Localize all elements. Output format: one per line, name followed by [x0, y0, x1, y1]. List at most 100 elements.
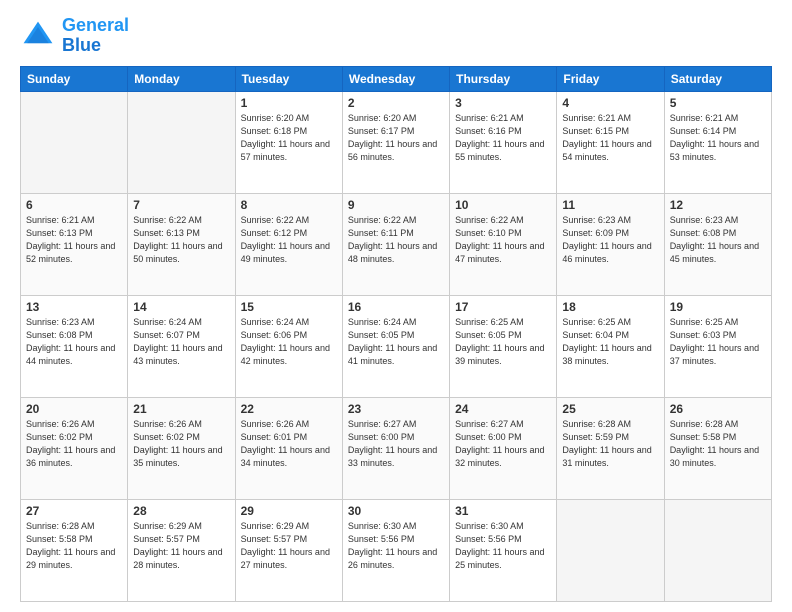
day-number: 2	[348, 96, 444, 110]
calendar-cell: 30Sunrise: 6:30 AM Sunset: 5:56 PM Dayli…	[342, 499, 449, 601]
day-number: 3	[455, 96, 551, 110]
calendar-cell: 21Sunrise: 6:26 AM Sunset: 6:02 PM Dayli…	[128, 397, 235, 499]
logo-text: General Blue	[62, 16, 129, 56]
day-number: 6	[26, 198, 122, 212]
calendar-body: 1 Sunrise: 6:20 AM Sunset: 6:18 PM Daylig…	[21, 91, 772, 601]
calendar-week-3: 13 Sunrise: 6:23 AM Sunset: 6:08 PM Dayli…	[21, 295, 772, 397]
day-number: 28	[133, 504, 229, 518]
calendar-cell: 28 Sunrise: 6:29 AM Sunset: 5:57 PM Dayli…	[128, 499, 235, 601]
day-info: Sunrise: 6:20 AM Sunset: 6:18 PM Dayligh…	[241, 112, 337, 164]
calendar-cell	[128, 91, 235, 193]
calendar-cell: 23Sunrise: 6:27 AM Sunset: 6:00 PM Dayli…	[342, 397, 449, 499]
calendar-cell: 14 Sunrise: 6:24 AM Sunset: 6:07 PM Dayli…	[128, 295, 235, 397]
calendar-cell	[664, 499, 771, 601]
header: General Blue	[20, 16, 772, 56]
day-info: Sunrise: 6:23 AM Sunset: 6:08 PM Dayligh…	[670, 214, 766, 266]
calendar-cell: 15 Sunrise: 6:24 AM Sunset: 6:06 PM Dayli…	[235, 295, 342, 397]
day-number: 1	[241, 96, 337, 110]
calendar-cell: 2 Sunrise: 6:20 AM Sunset: 6:17 PM Daylig…	[342, 91, 449, 193]
calendar-cell: 19 Sunrise: 6:25 AM Sunset: 6:03 PM Dayli…	[664, 295, 771, 397]
calendar-header-monday: Monday	[128, 66, 235, 91]
day-number: 5	[670, 96, 766, 110]
day-info: Sunrise: 6:28 AM Sunset: 5:58 PM Dayligh…	[670, 418, 766, 470]
calendar-cell	[21, 91, 128, 193]
day-info: Sunrise: 6:24 AM Sunset: 6:05 PM Dayligh…	[348, 316, 444, 368]
day-info: Sunrise: 6:21 AM Sunset: 6:16 PM Dayligh…	[455, 112, 551, 164]
day-info: Sunrise: 6:25 AM Sunset: 6:04 PM Dayligh…	[562, 316, 658, 368]
day-number: 26	[670, 402, 766, 416]
calendar-cell: 7Sunrise: 6:22 AM Sunset: 6:13 PM Daylig…	[128, 193, 235, 295]
calendar-header-thursday: Thursday	[450, 66, 557, 91]
calendar-cell: 16 Sunrise: 6:24 AM Sunset: 6:05 PM Dayli…	[342, 295, 449, 397]
day-info: Sunrise: 6:29 AM Sunset: 5:57 PM Dayligh…	[241, 520, 337, 572]
calendar-cell	[557, 499, 664, 601]
day-info: Sunrise: 6:25 AM Sunset: 6:05 PM Dayligh…	[455, 316, 551, 368]
page: General Blue SundayMondayTuesdayWednesda…	[0, 0, 792, 612]
day-info: Sunrise: 6:20 AM Sunset: 6:17 PM Dayligh…	[348, 112, 444, 164]
day-number: 29	[241, 504, 337, 518]
day-number: 25	[562, 402, 658, 416]
day-info: Sunrise: 6:25 AM Sunset: 6:03 PM Dayligh…	[670, 316, 766, 368]
day-info: Sunrise: 6:21 AM Sunset: 6:14 PM Dayligh…	[670, 112, 766, 164]
calendar-cell: 29 Sunrise: 6:29 AM Sunset: 5:57 PM Dayli…	[235, 499, 342, 601]
day-info: Sunrise: 6:28 AM Sunset: 5:59 PM Dayligh…	[562, 418, 658, 470]
day-number: 16	[348, 300, 444, 314]
calendar-cell: 27Sunrise: 6:28 AM Sunset: 5:58 PM Dayli…	[21, 499, 128, 601]
calendar-cell: 17 Sunrise: 6:25 AM Sunset: 6:05 PM Dayli…	[450, 295, 557, 397]
calendar-cell: 8 Sunrise: 6:22 AM Sunset: 6:12 PM Daylig…	[235, 193, 342, 295]
calendar-cell: 3 Sunrise: 6:21 AM Sunset: 6:16 PM Daylig…	[450, 91, 557, 193]
day-number: 23	[348, 402, 444, 416]
day-info: Sunrise: 6:21 AM Sunset: 6:15 PM Dayligh…	[562, 112, 658, 164]
calendar-header-wednesday: Wednesday	[342, 66, 449, 91]
day-info: Sunrise: 6:30 AM Sunset: 5:56 PM Dayligh…	[348, 520, 444, 572]
calendar-header-row: SundayMondayTuesdayWednesdayThursdayFrid…	[21, 66, 772, 91]
calendar-cell: 26 Sunrise: 6:28 AM Sunset: 5:58 PM Dayli…	[664, 397, 771, 499]
day-info: Sunrise: 6:23 AM Sunset: 6:08 PM Dayligh…	[26, 316, 122, 368]
calendar-week-1: 1 Sunrise: 6:20 AM Sunset: 6:18 PM Daylig…	[21, 91, 772, 193]
day-info: Sunrise: 6:22 AM Sunset: 6:13 PM Dayligh…	[133, 214, 229, 266]
calendar-cell: 20Sunrise: 6:26 AM Sunset: 6:02 PM Dayli…	[21, 397, 128, 499]
calendar-cell: 24Sunrise: 6:27 AM Sunset: 6:00 PM Dayli…	[450, 397, 557, 499]
day-number: 22	[241, 402, 337, 416]
day-number: 8	[241, 198, 337, 212]
day-number: 10	[455, 198, 551, 212]
calendar-header-friday: Friday	[557, 66, 664, 91]
calendar-week-5: 27Sunrise: 6:28 AM Sunset: 5:58 PM Dayli…	[21, 499, 772, 601]
day-number: 31	[455, 504, 551, 518]
day-info: Sunrise: 6:26 AM Sunset: 6:02 PM Dayligh…	[26, 418, 122, 470]
calendar-week-4: 20Sunrise: 6:26 AM Sunset: 6:02 PM Dayli…	[21, 397, 772, 499]
day-info: Sunrise: 6:21 AM Sunset: 6:13 PM Dayligh…	[26, 214, 122, 266]
day-number: 19	[670, 300, 766, 314]
calendar-cell: 22Sunrise: 6:26 AM Sunset: 6:01 PM Dayli…	[235, 397, 342, 499]
logo: General Blue	[20, 16, 129, 56]
day-number: 13	[26, 300, 122, 314]
day-info: Sunrise: 6:29 AM Sunset: 5:57 PM Dayligh…	[133, 520, 229, 572]
calendar-cell: 31 Sunrise: 6:30 AM Sunset: 5:56 PM Dayli…	[450, 499, 557, 601]
day-number: 14	[133, 300, 229, 314]
day-info: Sunrise: 6:24 AM Sunset: 6:07 PM Dayligh…	[133, 316, 229, 368]
calendar-cell: 9Sunrise: 6:22 AM Sunset: 6:11 PM Daylig…	[342, 193, 449, 295]
day-info: Sunrise: 6:22 AM Sunset: 6:10 PM Dayligh…	[455, 214, 551, 266]
calendar-cell: 13 Sunrise: 6:23 AM Sunset: 6:08 PM Dayli…	[21, 295, 128, 397]
calendar-cell: 6 Sunrise: 6:21 AM Sunset: 6:13 PM Daylig…	[21, 193, 128, 295]
calendar-cell: 25 Sunrise: 6:28 AM Sunset: 5:59 PM Dayli…	[557, 397, 664, 499]
day-info: Sunrise: 6:30 AM Sunset: 5:56 PM Dayligh…	[455, 520, 551, 572]
calendar-week-2: 6 Sunrise: 6:21 AM Sunset: 6:13 PM Daylig…	[21, 193, 772, 295]
day-info: Sunrise: 6:24 AM Sunset: 6:06 PM Dayligh…	[241, 316, 337, 368]
calendar-cell: 5 Sunrise: 6:21 AM Sunset: 6:14 PM Daylig…	[664, 91, 771, 193]
day-number: 9	[348, 198, 444, 212]
day-info: Sunrise: 6:22 AM Sunset: 6:12 PM Dayligh…	[241, 214, 337, 266]
day-info: Sunrise: 6:23 AM Sunset: 6:09 PM Dayligh…	[562, 214, 658, 266]
logo-icon	[20, 18, 56, 54]
day-number: 17	[455, 300, 551, 314]
day-number: 15	[241, 300, 337, 314]
day-number: 24	[455, 402, 551, 416]
calendar-table: SundayMondayTuesdayWednesdayThursdayFrid…	[20, 66, 772, 602]
day-number: 21	[133, 402, 229, 416]
day-number: 12	[670, 198, 766, 212]
calendar-header-tuesday: Tuesday	[235, 66, 342, 91]
day-info: Sunrise: 6:28 AM Sunset: 5:58 PM Dayligh…	[26, 520, 122, 572]
calendar-cell: 11 Sunrise: 6:23 AM Sunset: 6:09 PM Dayli…	[557, 193, 664, 295]
day-number: 11	[562, 198, 658, 212]
calendar-cell: 18Sunrise: 6:25 AM Sunset: 6:04 PM Dayli…	[557, 295, 664, 397]
